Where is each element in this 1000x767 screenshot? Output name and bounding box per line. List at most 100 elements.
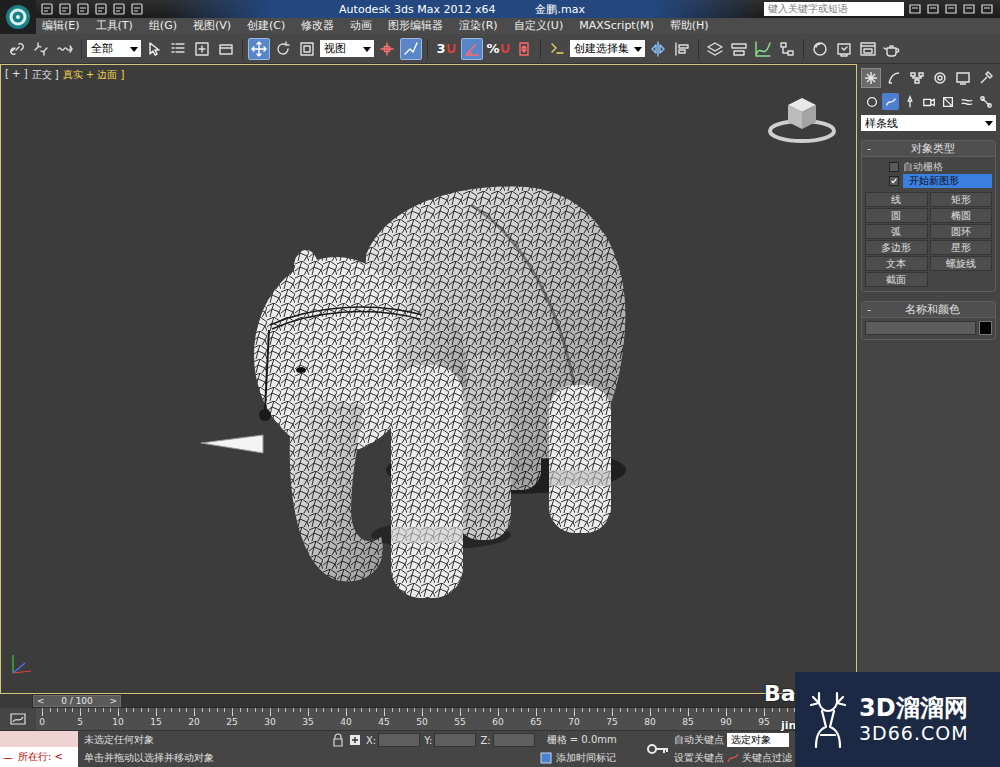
toolbar-button-icon[interactable] xyxy=(809,38,831,60)
viewport-menu-label[interactable]: 真实 + 边面 ] xyxy=(63,68,125,82)
toolbar-button-icon[interactable] xyxy=(671,38,693,60)
viewport-menu-label[interactable]: 正交 ] xyxy=(32,68,59,82)
time-slider-handle[interactable]: <0 / 100> xyxy=(33,695,121,707)
object-type-button[interactable]: 圆 xyxy=(865,208,928,223)
color-swatch[interactable] xyxy=(979,321,992,335)
toolbar-button-icon[interactable] xyxy=(248,38,270,60)
coordinate-field[interactable]: Y: xyxy=(424,733,476,747)
toolbar-button-icon[interactable] xyxy=(461,38,483,60)
key-icon[interactable] xyxy=(646,742,670,756)
toolbar-button-icon[interactable] xyxy=(833,38,855,60)
info-center-icon[interactable] xyxy=(962,2,976,16)
rollout-header[interactable]: -对象类型 xyxy=(862,141,995,157)
toolbar-button-icon[interactable] xyxy=(30,38,52,60)
object-type-button[interactable]: 线 xyxy=(865,192,928,207)
toolbar-dropdown[interactable]: 视图 xyxy=(320,40,374,57)
curve-editor-icon[interactable] xyxy=(9,712,27,726)
category-icon[interactable] xyxy=(939,93,956,110)
lock-icon[interactable] xyxy=(332,733,344,747)
menu-item[interactable]: 创建(C) xyxy=(247,18,285,34)
checkbox-row[interactable]: 自动栅格 xyxy=(865,160,992,174)
object-type-button[interactable]: 椭圆 xyxy=(930,208,993,223)
toolbar-button-icon[interactable] xyxy=(704,38,726,60)
command-tab-icon[interactable] xyxy=(953,68,973,88)
frame-ruler[interactable]: 05101520253035404550556065707580859095 xyxy=(36,708,836,730)
coordinate-field[interactable]: Z: xyxy=(480,733,534,747)
menu-item[interactable]: 渲染(R) xyxy=(459,18,497,34)
object-type-button[interactable]: 截面 xyxy=(865,272,928,287)
info-center-icon[interactable] xyxy=(944,2,958,16)
toolbar-button-icon[interactable] xyxy=(647,38,669,60)
checkbox[interactable] xyxy=(889,176,899,186)
set-key-button[interactable]: 设置关键点 xyxy=(674,751,724,765)
toolbar-button-icon[interactable] xyxy=(6,38,28,60)
category-icon[interactable] xyxy=(977,93,994,110)
menu-item[interactable]: 工具(T) xyxy=(96,18,133,34)
key-filters-button[interactable]: 关键点过滤 xyxy=(742,751,792,765)
category-icon[interactable] xyxy=(863,93,880,110)
checkbox-row[interactable]: 开始新图形 xyxy=(865,174,992,188)
toolbar-button-icon[interactable] xyxy=(546,38,568,60)
category-icon[interactable] xyxy=(882,93,899,110)
toolbar-button-icon[interactable] xyxy=(143,38,165,60)
menu-item[interactable]: 图形编辑器 xyxy=(388,18,443,34)
object-name-input[interactable] xyxy=(865,321,976,335)
toolbar-button-icon[interactable] xyxy=(400,38,422,60)
command-tab-icon[interactable] xyxy=(907,68,927,88)
command-tab-icon[interactable] xyxy=(976,68,996,88)
elephant-model[interactable] xyxy=(1,65,856,693)
command-tab-icon[interactable] xyxy=(884,68,904,88)
viewport[interactable]: [ + ] 正交 ] 真实 + 边面 ] xyxy=(0,64,857,694)
menu-item[interactable]: 帮助(H) xyxy=(670,18,709,34)
quick-access-icon[interactable] xyxy=(130,2,144,16)
object-type-button[interactable]: 矩形 xyxy=(930,192,993,207)
toolbar-button-icon[interactable] xyxy=(881,38,903,60)
coordinate-field[interactable]: X: xyxy=(366,733,420,747)
menu-item[interactable]: MAXScript(M) xyxy=(579,18,654,34)
toolbar-button-icon[interactable] xyxy=(376,38,398,60)
time-slider-track[interactable]: <0 / 100> xyxy=(32,694,842,708)
viewport-menu-label[interactable]: [ + ] xyxy=(5,68,28,82)
menu-item[interactable]: 自定义(U) xyxy=(514,18,564,34)
toolbar-button-icon[interactable] xyxy=(296,38,318,60)
command-tab-icon[interactable] xyxy=(930,68,950,88)
quick-access-icon[interactable] xyxy=(94,2,108,16)
info-center-icon[interactable] xyxy=(926,2,940,16)
rollout-header[interactable]: -名称和颜色 xyxy=(862,302,995,318)
object-type-button[interactable]: 圆环 xyxy=(930,224,993,239)
menu-item[interactable]: 修改器 xyxy=(301,18,334,34)
info-center-icon[interactable] xyxy=(980,2,994,16)
key-mode-dropdown[interactable]: 选定对象 xyxy=(727,733,789,747)
info-center-icon[interactable] xyxy=(908,2,922,16)
menu-item[interactable]: 动画 xyxy=(350,18,372,34)
object-type-button[interactable]: 多边形 xyxy=(865,240,928,255)
maxscript-listener[interactable]: —所在行: < xyxy=(0,731,78,767)
key-filter-icon[interactable] xyxy=(727,752,739,764)
toolbar-button-icon[interactable] xyxy=(752,38,774,60)
search-input[interactable]: 键入关键字或短语 xyxy=(764,2,904,16)
app-logo-icon[interactable] xyxy=(0,0,36,34)
toolbar-dropdown[interactable]: 创建选择集 xyxy=(570,40,645,57)
menu-item[interactable]: 组(G) xyxy=(149,18,177,34)
toolbar-button-icon[interactable] xyxy=(728,38,750,60)
object-type-button[interactable]: 弧 xyxy=(865,224,928,239)
toolbar-button-icon[interactable] xyxy=(272,38,294,60)
snap-toggle[interactable]: % xyxy=(485,38,511,60)
toolbar-button-icon[interactable] xyxy=(857,38,879,60)
object-type-button[interactable]: 螺旋线 xyxy=(930,256,993,271)
category-icon[interactable] xyxy=(901,93,918,110)
quick-access-icon[interactable] xyxy=(76,2,90,16)
object-category-dropdown[interactable]: 样条线 xyxy=(861,115,996,131)
quick-access-icon[interactable] xyxy=(112,2,126,16)
toolbar-button-icon[interactable] xyxy=(167,38,189,60)
viewcube-icon[interactable] xyxy=(766,91,838,145)
object-type-button[interactable]: 文本 xyxy=(865,256,928,271)
toolbar-button-icon[interactable] xyxy=(54,38,76,60)
snap-toggle[interactable]: 3 xyxy=(433,38,459,60)
object-type-button[interactable]: 星形 xyxy=(930,240,993,255)
transform-mode-icon[interactable] xyxy=(348,733,362,747)
time-tag-icon[interactable] xyxy=(540,752,552,764)
add-time-tag[interactable]: 添加时间标记 xyxy=(556,751,616,765)
toolbar-dropdown[interactable]: 全部 xyxy=(87,40,141,57)
toolbar-button-icon[interactable] xyxy=(513,38,535,60)
